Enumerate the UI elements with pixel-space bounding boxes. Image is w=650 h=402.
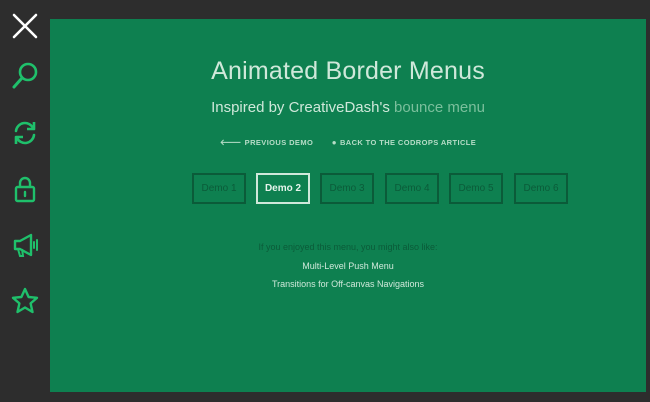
back-to-article-link[interactable]: ● BACK TO THE CODROPS ARTICLE	[332, 138, 476, 147]
related-link-push-menu[interactable]: Multi-Level Push Menu	[50, 261, 646, 271]
page-subtitle: Inspired by CreativeDash's bounce menu	[50, 99, 646, 116]
close-icon[interactable]	[7, 8, 43, 44]
lock-icon[interactable]	[7, 171, 43, 207]
star-icon[interactable]	[7, 283, 43, 319]
search-icon[interactable]	[7, 58, 43, 94]
page-title: Animated Border Menus	[211, 57, 485, 85]
megaphone-icon[interactable]	[7, 227, 43, 263]
top-links: 🡐 PREVIOUS DEMO ● BACK TO THE CODROPS ARTI…	[50, 137, 646, 147]
demo-menu: Demo 1 Demo 2 Demo 3 Demo 4 Demo 5 Demo …	[192, 173, 572, 205]
arrow-left-icon: 🡐	[219, 138, 242, 147]
related-intro: If you enjoyed this menu, you might also…	[258, 242, 438, 252]
drop-icon: ●	[331, 138, 337, 147]
demo-2-button[interactable]: Demo 2	[256, 173, 310, 204]
refresh-icon[interactable]	[7, 115, 43, 151]
subtitle-text: Inspired by CreativeDash's	[211, 99, 390, 116]
demo-4-button[interactable]: Demo 4	[385, 173, 439, 204]
icon-sidebar	[0, 0, 50, 402]
app-window: Animated Border Menus Inspired by Creati…	[0, 0, 650, 402]
previous-demo-label: PREVIOUS DEMO	[244, 138, 314, 147]
related-link-off-canvas[interactable]: Transitions for Off-canvas Navigations	[50, 279, 646, 289]
demo-5-button[interactable]: Demo 5	[449, 173, 503, 204]
demo-1-button[interactable]: Demo 1	[192, 173, 246, 204]
previous-demo-link[interactable]: 🡐 PREVIOUS DEMO	[220, 138, 313, 147]
demo-6-button[interactable]: Demo 6	[514, 173, 568, 204]
main-content: Animated Border Menus Inspired by Creati…	[50, 19, 646, 392]
back-to-article-label: BACK TO THE CODROPS ARTICLE	[339, 138, 477, 147]
bounce-menu-link[interactable]: bounce menu	[394, 99, 485, 116]
demo-3-button[interactable]: Demo 3	[320, 173, 374, 204]
